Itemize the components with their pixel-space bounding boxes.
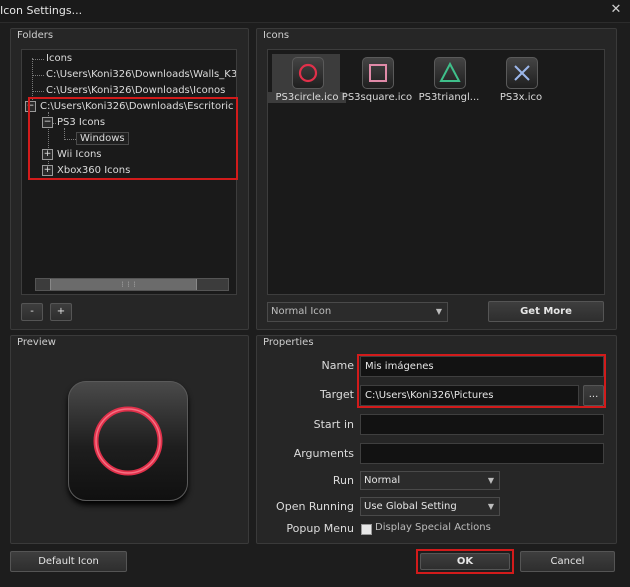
- icon-tile-ps3square[interactable]: PS3square.ico: [342, 54, 412, 104]
- scrollbar-thumb[interactable]: ⋮⋮⋮: [50, 279, 197, 290]
- folder-item-walls[interactable]: C:\Users\Koni326\Downloads\Walls_K3: [46, 68, 237, 82]
- icon-tile-ps3circle[interactable]: PS3circle.ico: [268, 54, 346, 104]
- default-icon-button[interactable]: Default Icon: [10, 551, 127, 572]
- start-in-label: Start in: [313, 418, 354, 431]
- icons-group: Icons PS3circle.ico PS3square.ico PS3tri…: [256, 28, 617, 330]
- folder-highlight: [28, 97, 238, 180]
- run-label: Run: [332, 474, 354, 487]
- preview-image: [68, 381, 188, 501]
- circle-icon: [93, 406, 163, 476]
- preview-title: Preview: [17, 337, 56, 348]
- folder-item-label: C:\Users\Koni326\Downloads\Walls_K3: [46, 69, 237, 80]
- name-label: Name: [321, 359, 354, 372]
- icon-type-select[interactable]: Normal Icon ▼: [267, 302, 448, 322]
- properties-title: Properties: [263, 337, 314, 348]
- folder-tree-hscrollbar[interactable]: ⋮⋮⋮: [35, 278, 229, 291]
- chevron-down-icon: ▼: [487, 476, 494, 485]
- icon-tile-ps3triangle[interactable]: PS3triangl...: [414, 54, 482, 104]
- arguments-label: Arguments: [293, 447, 354, 460]
- popup-menu-label: Popup Menu: [286, 522, 354, 535]
- properties-highlight: [357, 354, 606, 408]
- icon-tile-ps3x[interactable]: PS3x.ico: [486, 54, 554, 104]
- folder-item-iconos[interactable]: C:\Users\Koni326\Downloads\Iconos: [46, 84, 225, 98]
- preview-group: Preview: [10, 335, 249, 544]
- icons-title: Icons: [263, 30, 290, 41]
- open-running-label: Open Running: [276, 500, 354, 513]
- folder-item-label: Icons: [46, 53, 73, 64]
- triangle-icon: [434, 57, 466, 89]
- square-icon: [362, 57, 394, 89]
- icon-label: PS3square.ico: [341, 92, 413, 103]
- folder-item-icons[interactable]: Icons: [46, 52, 72, 66]
- icons-list[interactable]: PS3circle.ico PS3square.ico PS3triangl..…: [267, 49, 605, 295]
- cancel-button[interactable]: Cancel: [520, 551, 615, 572]
- icon-label: PS3triangl...: [418, 92, 480, 103]
- open-running-select[interactable]: Use Global Setting ▼: [360, 497, 500, 516]
- start-in-field[interactable]: [360, 414, 604, 435]
- display-special-actions-checkbox[interactable]: [361, 524, 372, 535]
- window-title: Icon Settings...: [0, 4, 83, 17]
- run-value: Normal: [364, 475, 401, 486]
- icon-label: PS3x.ico: [499, 92, 543, 103]
- get-more-button[interactable]: Get More: [488, 301, 604, 322]
- ok-highlight: [416, 549, 514, 574]
- close-icon[interactable]: ✕: [608, 2, 624, 18]
- arguments-field[interactable]: [360, 443, 604, 464]
- add-folder-button[interactable]: +: [50, 303, 72, 321]
- x-icon: [506, 57, 538, 89]
- run-select[interactable]: Normal ▼: [360, 471, 500, 490]
- grip-icon: ⋮⋮⋮: [119, 281, 138, 288]
- icon-label: PS3circle.ico: [268, 92, 346, 103]
- chevron-down-icon: ▼: [435, 307, 442, 316]
- open-running-value: Use Global Setting: [364, 501, 457, 512]
- circle-icon: [292, 57, 324, 89]
- folders-title: Folders: [17, 30, 54, 41]
- icon-type-value: Normal Icon: [271, 306, 332, 317]
- remove-folder-button[interactable]: -: [21, 303, 43, 321]
- target-label: Target: [319, 388, 354, 401]
- folder-item-label: C:\Users\Koni326\Downloads\Iconos: [46, 85, 226, 96]
- title-bar: Icon Settings... ✕: [0, 0, 630, 23]
- chevron-down-icon: ▼: [487, 502, 494, 511]
- display-special-actions-label: Display Special Actions: [375, 522, 491, 533]
